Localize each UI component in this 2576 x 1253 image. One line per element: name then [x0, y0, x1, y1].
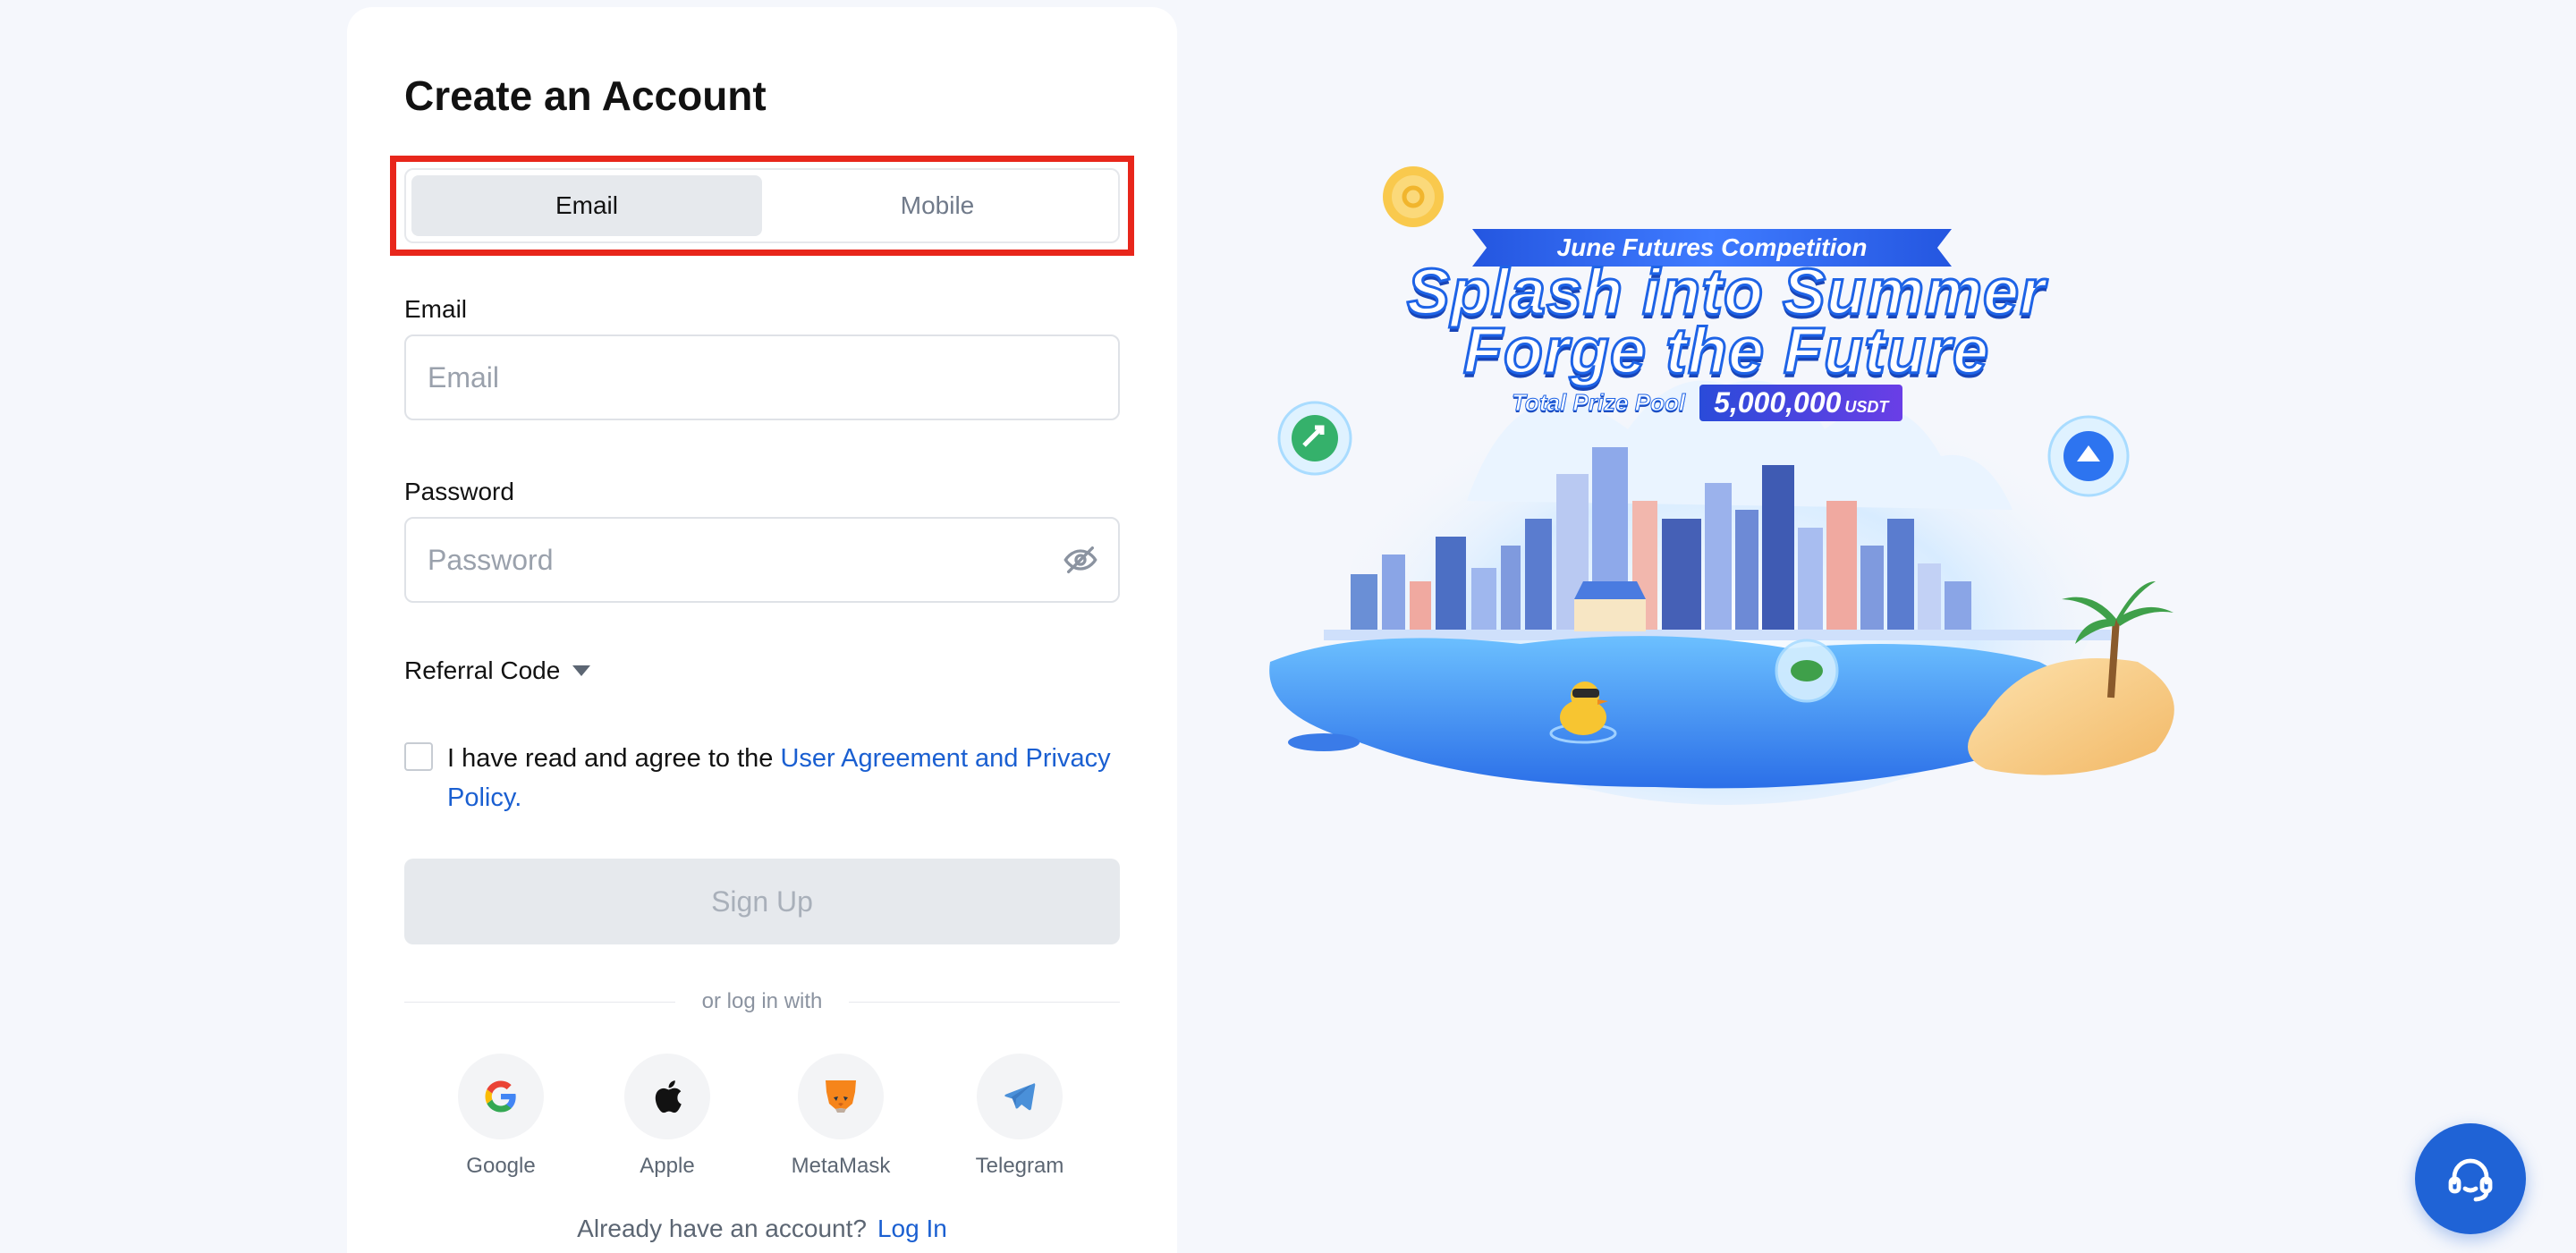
- telegram-label: Telegram: [975, 1154, 1064, 1178]
- password-field-wrapper: [404, 517, 1120, 603]
- agreement-text: I have read and agree to the: [447, 744, 781, 773]
- signup-card: Create an Account Email Mobile Email Pas…: [347, 7, 1177, 1253]
- apple-icon: [655, 1080, 682, 1113]
- apple-login-button[interactable]: Apple: [605, 1054, 730, 1179]
- login-prompt-text: Already have an account?: [577, 1215, 867, 1242]
- social-divider: or log in with: [404, 989, 1121, 1014]
- support-chat-button[interactable]: [2415, 1123, 2526, 1234]
- prize-pool: Total Prize Pool 5,000,000 USDT: [1511, 385, 1903, 421]
- referral-code-toggle[interactable]: Referral Code: [404, 656, 591, 685]
- login-link[interactable]: Log In: [877, 1215, 947, 1242]
- prize-amount-value: 5,000,000: [1714, 386, 1842, 419]
- agreement-checkbox[interactable]: [404, 742, 433, 771]
- eye-off-icon[interactable]: [1063, 542, 1098, 578]
- prize-amount-unit: USDT: [1844, 398, 1889, 416]
- prize-pool-label: Total Prize Pool: [1511, 389, 1686, 417]
- signup-button[interactable]: Sign Up: [404, 859, 1120, 944]
- caret-down-icon: [572, 665, 591, 676]
- divider-text: or log in with: [701, 989, 823, 1013]
- telegram-icon: [1004, 1083, 1036, 1111]
- metamask-label: MetaMask: [791, 1154, 891, 1178]
- headset-icon: [2448, 1158, 2493, 1202]
- metamask-login-button[interactable]: MetaMask: [778, 1054, 903, 1179]
- banner-headline-line2: Forge the Future: [1462, 315, 1990, 389]
- login-prompt-row: Already have an account? Log In: [347, 1215, 1177, 1243]
- telegram-login-button[interactable]: Telegram: [957, 1054, 1082, 1179]
- agreement-row: I have read and agree to the User Agreem…: [404, 739, 1120, 817]
- referral-code-label: Referral Code: [404, 656, 561, 684]
- google-login-button[interactable]: Google: [438, 1054, 564, 1179]
- prize-pool-amount: 5,000,000 USDT: [1699, 385, 1903, 421]
- email-field-wrapper: [404, 334, 1120, 420]
- tab-email[interactable]: Email: [411, 175, 762, 236]
- signup-method-tabs: Email Mobile: [404, 168, 1120, 243]
- email-label: Email: [404, 295, 468, 323]
- promo-banner[interactable]: June Futures Competition Splash into Sum…: [1252, 161, 2200, 805]
- email-field[interactable]: [428, 336, 1054, 419]
- google-icon: [485, 1080, 516, 1113]
- password-label: Password: [404, 478, 514, 505]
- google-label: Google: [466, 1154, 536, 1178]
- tab-mobile[interactable]: Mobile: [762, 175, 1113, 236]
- apple-label: Apple: [640, 1154, 695, 1178]
- page-title: Create an Account: [404, 72, 767, 119]
- password-field[interactable]: [428, 519, 1054, 601]
- metamask-icon: [826, 1080, 856, 1113]
